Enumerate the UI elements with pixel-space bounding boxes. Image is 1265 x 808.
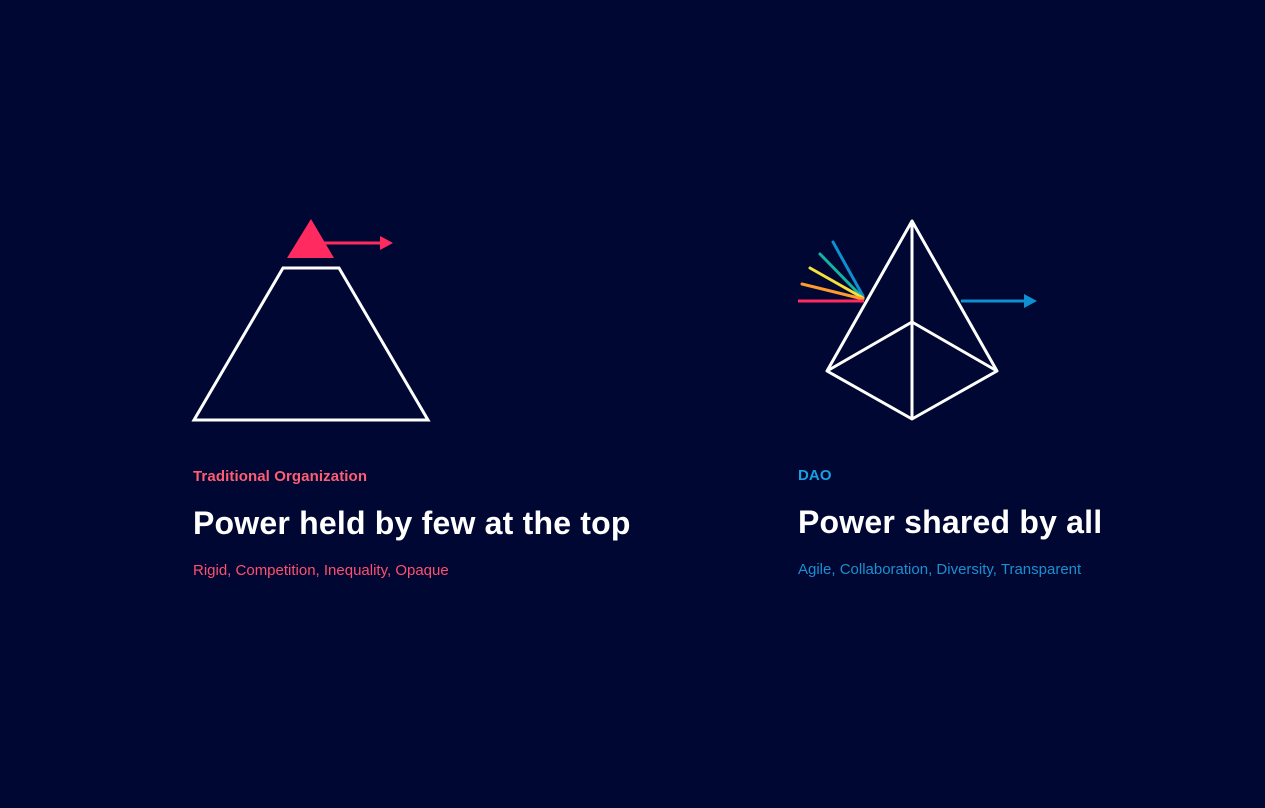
prism-spectrum-icon (798, 219, 1037, 421)
panel-headline: Power shared by all (798, 504, 1103, 540)
panel-label: Traditional Organization (193, 468, 368, 485)
pyramid-with-peak-arrow-icon (191, 219, 431, 422)
panel-headline: Power held by few at the top (193, 505, 631, 541)
panel-label: DAO (798, 467, 832, 484)
panel-traits: Agile, Collaboration, Diversity, Transpa… (798, 561, 1082, 578)
panel-traits: Rigid, Competition, Inequality, Opaque (193, 562, 449, 579)
